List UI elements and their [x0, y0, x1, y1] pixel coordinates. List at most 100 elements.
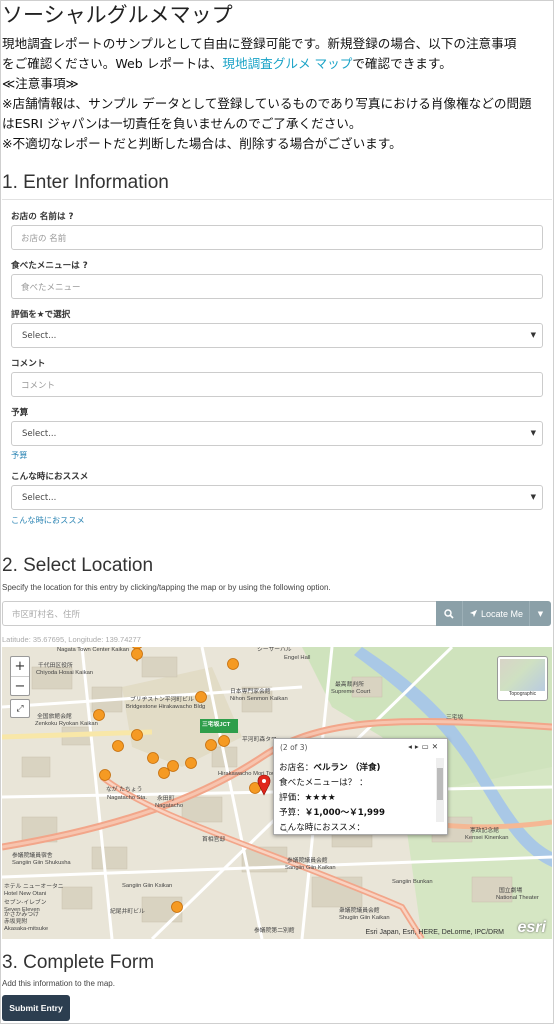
popup-shop-row: お店名：ベルラン （洋食)	[279, 761, 434, 776]
next-icon[interactable]: ▸	[415, 742, 422, 751]
map-label: 日本専門家会館	[230, 689, 271, 695]
zoom-out-button[interactable]: −	[11, 676, 29, 695]
report-map-link[interactable]: 現地調査グルメ マップ	[222, 56, 352, 71]
map-label: Nagatacho	[155, 803, 184, 809]
intro-text-b: で確認できます。	[352, 56, 452, 71]
map-label: Akasaka-mitsuke	[4, 926, 49, 932]
notice-line-1: ※店舗情報は、サンプル データとして登録しているものであり写真における肖像権など…	[2, 96, 532, 111]
popup-shop-value: ベルラン （洋食)	[313, 763, 381, 773]
map-label: Supreme Court	[331, 689, 371, 695]
shop-name-label: お店の 名前は ?	[11, 212, 74, 222]
budget-select[interactable]: Select... ▼	[11, 421, 543, 446]
comment-label: コメント	[11, 359, 46, 369]
map-label: Sangiin Giin Kaikan	[285, 865, 336, 871]
map-label: Engel Hall	[284, 655, 311, 661]
map-label: 憲政記念館	[470, 828, 499, 834]
address-search-input[interactable]: 市区町村名、住所	[2, 601, 436, 626]
popup-controls: ◂▸▭✕	[408, 742, 441, 751]
budget-select-value: Select...	[22, 428, 57, 439]
recommend-select[interactable]: Select... ▼	[11, 485, 543, 510]
locate-me-button[interactable]: Locate Me	[462, 601, 529, 626]
search-icon	[444, 608, 454, 619]
recommend-select-value: Select...	[22, 492, 57, 503]
shop-name-input[interactable]: お店の 名前	[11, 225, 543, 250]
map-label: なが たちょう	[106, 787, 143, 793]
search-button[interactable]	[436, 601, 462, 626]
station-sign: 三宅坂JCT	[202, 722, 231, 728]
map-label: Sangiin Giin Shukusha	[12, 860, 71, 866]
prev-icon[interactable]: ◂	[408, 742, 415, 751]
caret-down-icon: ▼	[530, 331, 536, 339]
basemap-label: Topographic	[508, 691, 537, 697]
recommend-help: こんな時におススメ	[11, 515, 85, 525]
map-label: Chiyoda Hosai Kaikan	[36, 670, 94, 676]
locate-options-dropdown[interactable]: ▼	[529, 601, 551, 626]
map-label: 最高裁判所	[335, 682, 364, 688]
basemap-thumbnail	[500, 659, 545, 691]
rating-select[interactable]: Select... ▼	[11, 323, 543, 348]
map-label: National Theater	[496, 895, 539, 901]
map-label: 首相官邸	[202, 837, 226, 843]
location-description: Specify the location for this entry by c…	[2, 583, 331, 592]
recommend-label: こんな時におススメ	[11, 472, 89, 482]
caret-down-icon: ▼	[530, 429, 536, 437]
budget-label: 予算	[11, 408, 29, 418]
intro-line-1: 現地調査レポートのサンプルとして自由に登録可能です。新規登録の場合、以下の注意事…	[2, 36, 517, 51]
popup-budget-value: ￥1,000～￥1,999	[304, 808, 385, 818]
map-label: 赤坂見附	[4, 919, 28, 925]
map-label: Nagatacho Sta.	[107, 795, 147, 801]
zoom-to-icon[interactable]: 🔍︎	[280, 825, 289, 833]
comment-input[interactable]: コメント	[11, 372, 543, 397]
map-label: Sangiin Giin Ksikan	[122, 883, 173, 889]
page-title: ソーシャルグルメマップ	[2, 3, 233, 27]
map-popup[interactable]: (2 of 3) ◂▸▭✕ お店名：ベルラン （洋食) 食べたメニューは？ ： …	[273, 738, 448, 835]
map-label: 紀尾井町ビル	[110, 909, 145, 915]
popup-rating-value: ★★★★	[304, 793, 336, 803]
basemap-toggle[interactable]: Topographic	[497, 656, 548, 701]
map-label: 参議院議員会館	[287, 858, 328, 864]
map-label: 衆議院議員会館	[339, 908, 380, 914]
popup-scrollbar[interactable]	[436, 758, 444, 822]
locate-me-label: Locate Me	[480, 608, 524, 619]
maximize-icon[interactable]: ▭	[422, 742, 432, 751]
zoom-in-button[interactable]: +	[11, 657, 29, 676]
rating-label: 評価を★で選択	[11, 310, 71, 320]
menu-input[interactable]: 食べたメニュー	[11, 274, 543, 299]
map-label: 参議院議員宿舎	[12, 853, 53, 859]
map-label: 全国旅館会館	[37, 714, 72, 720]
rating-select-value: Select...	[22, 330, 57, 341]
map-label: Shugiin Giin Kaikan	[339, 915, 390, 921]
caret-down-icon: ▼	[530, 493, 536, 501]
popup-menu-row: 食べたメニューは？ ：	[279, 778, 368, 788]
intro-line-2: をご確認ください。Web レポートは、現地調査グルメ マップで確認できます。	[2, 54, 550, 74]
popup-content: お店名：ベルラン （洋食) 食べたメニューは？ ： 評価：★★★★ 予算：￥1,…	[279, 761, 434, 831]
intro-text: 現地調査レポートのサンプルとして自由に登録可能です。新規登録の場合、以下の注意事…	[2, 34, 550, 154]
popup-budget-label: 予算：	[279, 808, 305, 818]
divider	[2, 199, 552, 200]
popup-scroll-thumb[interactable]	[437, 768, 443, 800]
map-label: セブン-イレブン	[4, 900, 47, 906]
map-label: 千代田区役所	[38, 663, 73, 669]
map-label: ホテル ニューオータニ	[4, 884, 64, 890]
map-label: 永田町	[157, 796, 175, 802]
map-label: Nihon Senmon Kaikan	[230, 696, 288, 702]
map-label: Zenkoku Ryokan Kaikan	[35, 721, 98, 727]
caret-down-icon: ▼	[537, 609, 544, 618]
popup-rating-row: 評価：★★★★	[279, 791, 434, 806]
map[interactable]: Nagata Town Center Kaikan 千代田区役所 Chiyoda…	[2, 647, 552, 939]
zoom-control: + −	[10, 656, 30, 696]
map-attribution: Esri Japan, Esri, HERE, DeLorme, IPC/DRM	[365, 929, 504, 936]
map-label: Hotel New Otani	[4, 891, 47, 897]
submit-entry-button[interactable]: Submit Entry	[2, 995, 70, 1021]
popup-pager: (2 of 3)	[280, 743, 308, 752]
map-label: シーサーハル	[257, 647, 292, 653]
notice-heading: ≪注意事項≫	[2, 76, 79, 91]
esri-logo: esri	[517, 919, 546, 936]
complete-description: Add this information to the map.	[2, 979, 115, 988]
home-extent-button[interactable]: ⤢	[10, 699, 30, 718]
map-label: Bridgestone Hirakawacho Bldg	[126, 704, 206, 710]
lat-lon-readout: Latitude: 35.67695, Longitude: 139.74277	[2, 635, 141, 644]
close-icon[interactable]: ✕	[432, 742, 441, 751]
section-2-heading: 2. Select Location	[2, 555, 154, 576]
map-label: Hirakawacho Mori Tower	[218, 771, 282, 777]
